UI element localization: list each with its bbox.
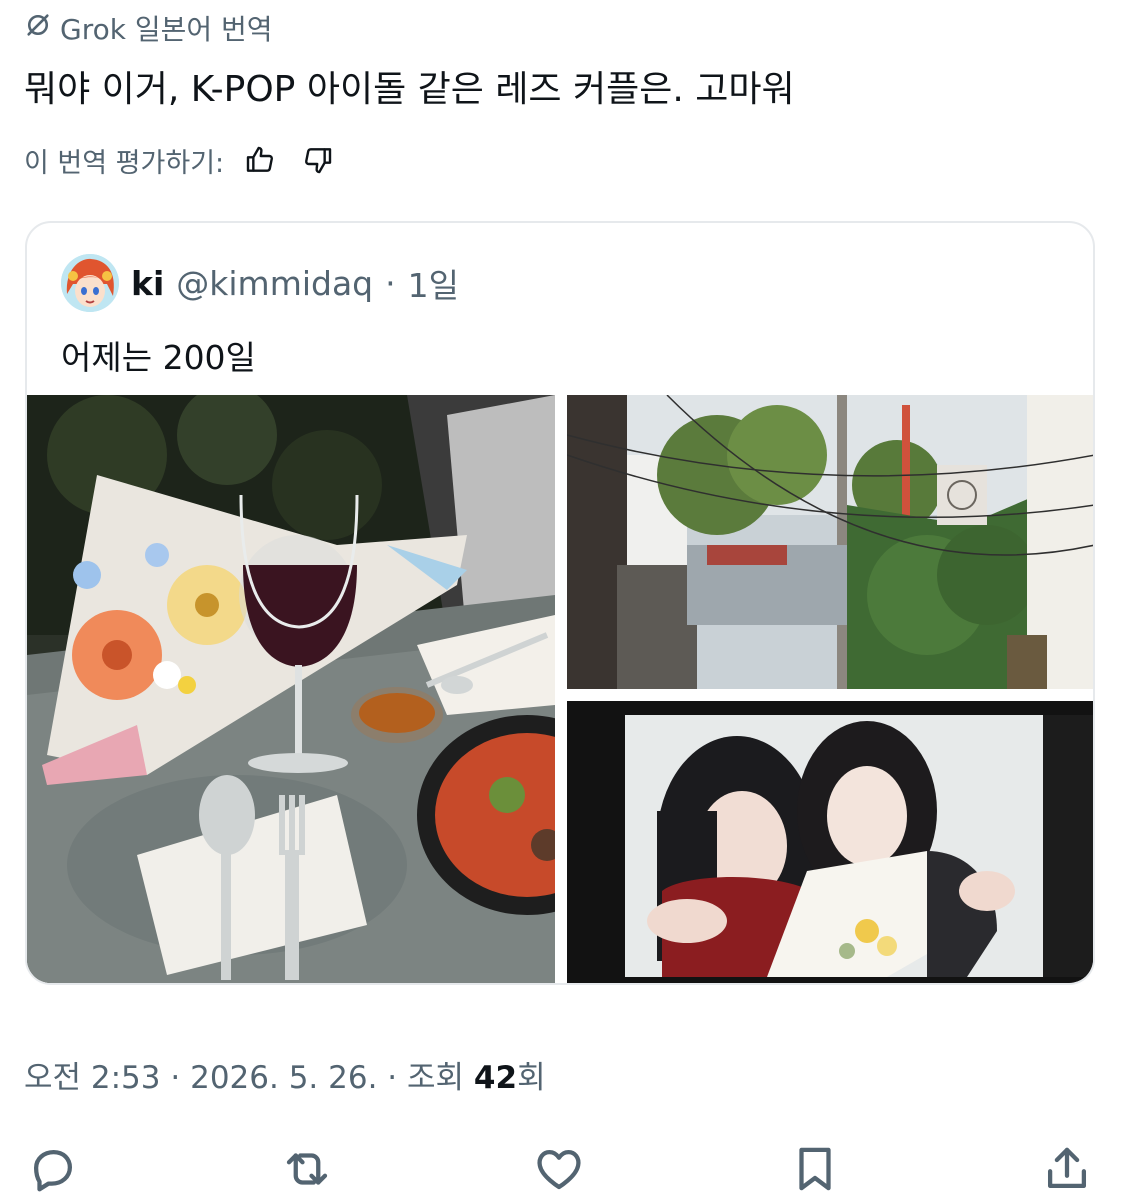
quote-text: 어제는 200일 xyxy=(61,338,256,377)
flowers-and-wine-dinner-photo[interactable] xyxy=(27,395,555,983)
quote-author-handle[interactable]: @kimmidaq xyxy=(176,264,373,303)
tweet-date[interactable]: 2026. 5. 26. xyxy=(190,1060,377,1096)
rate-translation-label: 이 번역 평가하기: xyxy=(24,147,225,179)
views-count: 42 xyxy=(473,1060,518,1096)
views-label: 조회 xyxy=(407,1060,465,1096)
quote-author-name[interactable]: ki xyxy=(131,264,164,303)
tweet-time[interactable]: 오전 2:53 xyxy=(24,1060,161,1096)
quote-tweet-card[interactable]: ki @kimmidaq · 1일 어제는 200일 xyxy=(25,221,1095,985)
tweet-meta: 오전 2:53 · 2026. 5. 26. · 조회 42회 xyxy=(24,1052,546,1097)
action-bar xyxy=(0,1120,1122,1200)
translate-slash-icon xyxy=(24,11,52,46)
separator-dot: · xyxy=(170,1060,181,1096)
like-icon[interactable] xyxy=(528,1138,590,1200)
tweet-text: 뭐야 이거, K-POP 아이돌 같은 레즈 커플은. 고마워 xyxy=(24,69,795,110)
bookmark-icon[interactable] xyxy=(784,1138,846,1200)
thumbs-up-icon[interactable] xyxy=(238,138,282,182)
two-girls-photo-booth-photo[interactable] xyxy=(567,701,1093,983)
retweet-icon[interactable] xyxy=(276,1138,338,1200)
reply-icon[interactable] xyxy=(22,1138,84,1200)
translation-provider-label: Grok 일본어 번역 xyxy=(60,13,273,46)
quote-header: ki @kimmidaq · 1일 xyxy=(61,253,459,313)
share-icon[interactable] xyxy=(1036,1138,1098,1200)
avatar[interactable] xyxy=(61,254,119,312)
separator-dot: · xyxy=(385,263,396,303)
rate-translation: 이 번역 평가하기: xyxy=(24,138,340,182)
quote-media-grid xyxy=(27,395,1093,983)
separator-dot: · xyxy=(387,1060,398,1096)
translation-provider: Grok 일본어 번역 xyxy=(24,10,273,46)
views-suffix: 회 xyxy=(517,1060,546,1096)
thumbs-down-icon[interactable] xyxy=(296,138,340,182)
quote-timestamp[interactable]: 1일 xyxy=(408,259,459,307)
alley-street-photo[interactable] xyxy=(567,395,1093,689)
